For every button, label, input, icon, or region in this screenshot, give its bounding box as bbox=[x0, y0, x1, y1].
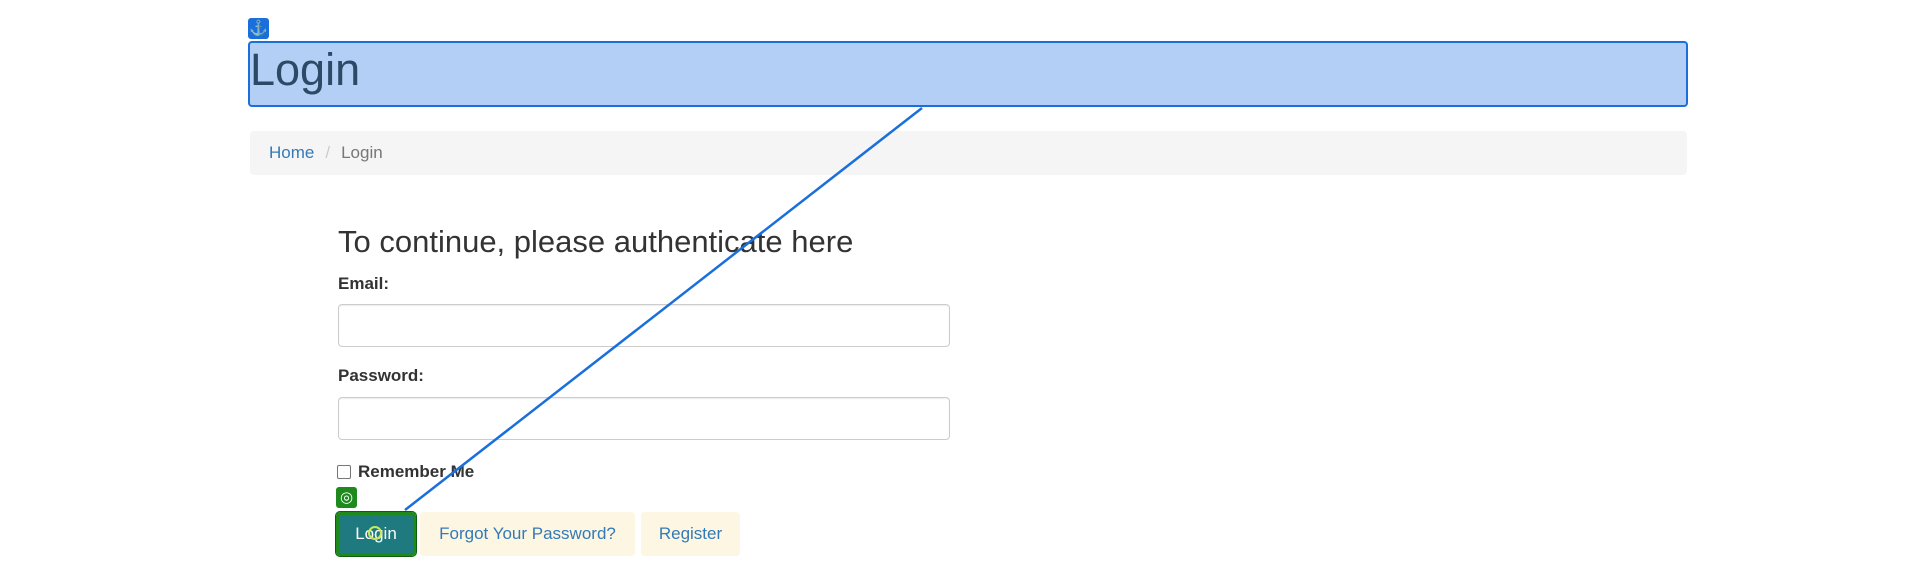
page-title: Login bbox=[250, 44, 361, 95]
remember-me-label: Remember Me bbox=[358, 462, 475, 481]
form-heading: To continue, please authenticate here bbox=[338, 224, 854, 259]
email-field[interactable] bbox=[338, 304, 950, 347]
breadcrumb: Home / Login bbox=[250, 131, 1687, 175]
breadcrumb-home-link[interactable]: Home bbox=[269, 143, 314, 163]
password-label: Password: bbox=[338, 366, 424, 385]
remember-me-checkbox[interactable] bbox=[337, 465, 351, 479]
breadcrumb-separator: / bbox=[325, 143, 331, 162]
login-page: ⚓ Login Home / Login To continue, please… bbox=[0, 0, 1920, 573]
password-field[interactable] bbox=[338, 397, 950, 440]
forgot-password-button[interactable]: Forgot Your Password? bbox=[420, 512, 635, 556]
remember-me[interactable]: Remember Me bbox=[337, 462, 474, 482]
breadcrumb-current: Login bbox=[341, 143, 383, 162]
anchor-icon: ⚓ bbox=[248, 18, 269, 39]
target-icon: ◎ bbox=[336, 487, 357, 508]
title-highlight-overlay bbox=[248, 41, 1688, 107]
email-label: Email: bbox=[338, 274, 390, 293]
register-button[interactable]: Register bbox=[641, 512, 740, 556]
login-button[interactable]: Login bbox=[335, 511, 417, 557]
